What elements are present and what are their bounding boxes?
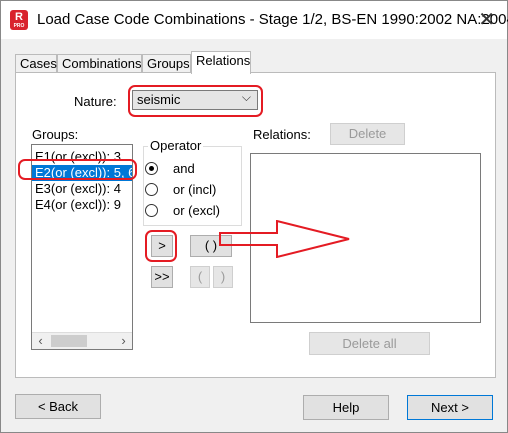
radio-unchecked-icon (145, 204, 158, 217)
help-button[interactable]: Help (303, 395, 389, 420)
arrow-right-icon (219, 220, 350, 258)
scroll-right-icon[interactable]: › (115, 333, 132, 349)
nature-label: Nature: (74, 94, 117, 109)
operator-option-or-incl[interactable]: or (incl) (145, 182, 217, 197)
radio-label: and (173, 161, 195, 176)
list-item[interactable]: E4(or (excl)): 9 (32, 197, 132, 213)
horizontal-scrollbar[interactable]: ‹ › (32, 332, 132, 349)
tab-combinations[interactable]: Combinations (57, 54, 142, 73)
delete-all-button[interactable]: Delete all (309, 332, 430, 355)
app-icon-subtitle: PRO (13, 23, 25, 29)
radio-checked-icon (145, 162, 158, 175)
tab-relations[interactable]: Relations (191, 51, 251, 74)
tab-cases[interactable]: Cases (15, 54, 57, 73)
operator-group: Operator and or (incl) or (excl) (143, 138, 242, 226)
relations-label: Relations: (253, 127, 311, 142)
operator-option-and[interactable]: and (145, 161, 195, 176)
add-all-button[interactable]: >> (151, 266, 173, 288)
radio-label: or (excl) (173, 203, 220, 218)
scroll-left-icon[interactable]: ‹ (32, 333, 49, 349)
chevron-down-icon: ⌵ (241, 90, 251, 104)
nature-select-value: seismic (137, 92, 181, 107)
list-item-selected[interactable]: E2(or (excl)): 5, 6 (32, 165, 132, 181)
open-paren-button[interactable]: ( (190, 266, 210, 288)
close-icon[interactable]: ✕ (478, 7, 495, 32)
dialog-window: R PRO Load Case Code Combinations - Stag… (0, 0, 508, 433)
nature-select[interactable]: seismic ⌵ (132, 90, 258, 110)
next-button[interactable]: Next > (407, 395, 493, 420)
delete-button[interactable]: Delete (330, 123, 405, 145)
operator-label: Operator (148, 138, 204, 153)
window-title: Load Case Code Combinations - Stage 1/2,… (37, 11, 508, 28)
tab-groups[interactable]: Groups (142, 54, 191, 73)
close-paren-button[interactable]: ) (213, 266, 233, 288)
app-icon: R PRO (10, 10, 28, 30)
title-bar: R PRO Load Case Code Combinations - Stag… (1, 1, 508, 39)
scrollbar-thumb[interactable] (51, 335, 87, 347)
groups-label: Groups: (32, 127, 79, 142)
add-button[interactable]: > (151, 235, 173, 257)
list-item[interactable]: E1(or (excl)): 3 (32, 149, 132, 165)
groups-list[interactable]: E1(or (excl)): 3 E2(or (excl)): 5, 6 E3(… (31, 144, 133, 350)
back-button[interactable]: < Back (15, 394, 101, 419)
operator-option-or-excl[interactable]: or (excl) (145, 203, 220, 218)
radio-unchecked-icon (145, 183, 158, 196)
list-item[interactable]: E3(or (excl)): 4 (32, 181, 132, 197)
radio-label: or (incl) (173, 182, 217, 197)
app-icon-letter: R (15, 11, 23, 23)
